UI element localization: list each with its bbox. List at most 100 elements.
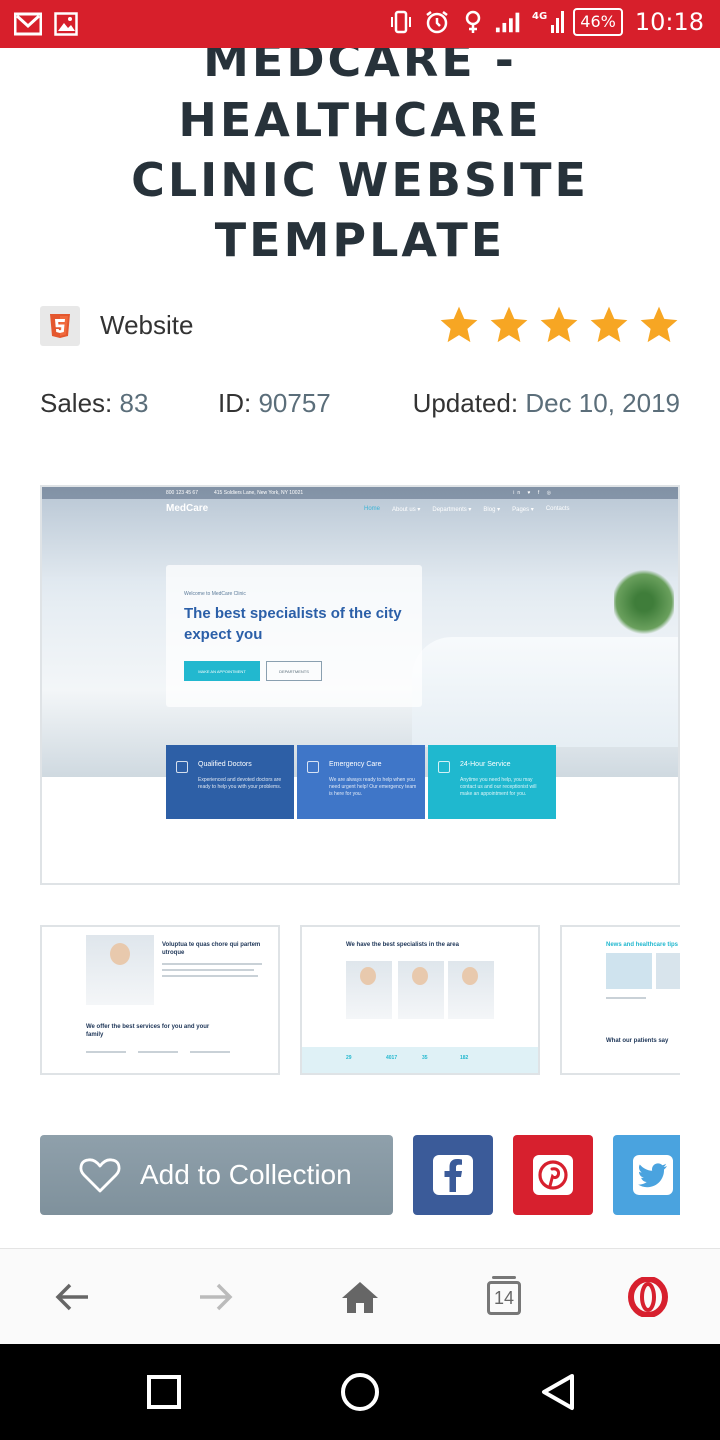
thumbnail[interactable]: Voluptua te quas chore qui partem utroqu… — [40, 925, 280, 1075]
gmail-notification-icon — [14, 10, 42, 38]
browser-tabs-button[interactable]: 14 — [482, 1275, 526, 1319]
feature-title: Qualified Doctors — [198, 761, 252, 768]
thumbnail[interactable]: News and healthcare tips What our patien… — [560, 925, 680, 1075]
preview-nav-item: Home — [364, 506, 381, 512]
preview-reception-counter — [412, 637, 678, 747]
thumb-face — [360, 967, 376, 985]
recent-apps-button[interactable] — [142, 1370, 186, 1414]
thumb-heading: Voluptua te quas chore qui partem utroqu… — [162, 942, 261, 956]
product-title: MEDCARE - HEALTHCARE CLINIC WEBSITE TEMP… — [40, 48, 680, 270]
product-title-line: CLINIC WEBSITE — [131, 153, 589, 207]
battery-indicator: 46% — [573, 8, 623, 36]
browser-back-button[interactable] — [50, 1275, 94, 1319]
thumb-face — [462, 967, 478, 985]
share-pinterest-button[interactable] — [513, 1135, 593, 1215]
share-twitter-button[interactable] — [613, 1135, 680, 1215]
browser-forward-button[interactable] — [194, 1275, 238, 1319]
add-to-collection-label: Add to Collection — [140, 1159, 352, 1190]
signal-icon — [495, 8, 523, 36]
preview-social: in ♥ f ◎ — [513, 490, 554, 496]
location-icon — [459, 8, 487, 36]
network-4g-icon: 4G — [531, 8, 565, 36]
updated-label: Updated: — [412, 388, 519, 418]
thumb-face — [110, 943, 130, 965]
pinterest-icon — [533, 1155, 573, 1195]
arrow-left-icon — [55, 1283, 88, 1311]
system-back-button[interactable] — [536, 1370, 580, 1414]
vibrate-icon — [387, 8, 415, 36]
preview-hero: 800 123 45 67 415 Soldiers Lane, New Yor… — [42, 487, 678, 777]
star-icon — [490, 306, 528, 343]
preview-logo: MedCare — [166, 503, 209, 514]
thumb-photo — [606, 953, 652, 989]
thumb-stat: 35 — [422, 1055, 428, 1061]
preview-phone: 800 123 45 67 — [166, 490, 198, 496]
preview-plant — [614, 567, 674, 637]
doctor-icon — [176, 761, 188, 773]
tabs-icon-top — [492, 1276, 516, 1279]
preview-topbar: 800 123 45 67 415 Soldiers Lane, New Yor… — [42, 487, 678, 499]
thumb-text-line — [162, 975, 258, 977]
id-stat: ID: 90757 — [218, 388, 331, 419]
action-row: Add to Collection — [40, 1135, 680, 1215]
system-navigation-bar — [0, 1344, 720, 1440]
feature-title: 24-Hour Service — [460, 761, 511, 768]
product-meta-row: Website — [40, 304, 680, 348]
preview-departments-button: DEPARTMENTS — [266, 661, 322, 681]
star-icon — [540, 306, 578, 343]
status-clock: 10:18 — [634, 8, 704, 36]
thumb-text-line — [86, 1051, 126, 1053]
preview-feature-card: Qualified Doctors Experienced and devote… — [166, 745, 294, 819]
clipboard-icon — [438, 761, 450, 773]
updated-value: Dec 10, 2019 — [525, 388, 680, 418]
share-facebook-button[interactable] — [413, 1135, 493, 1215]
product-title-line: TEMPLATE — [214, 213, 506, 267]
preview-nav-item: Blog ▾ — [483, 507, 501, 513]
triangle-back-icon — [542, 1374, 574, 1410]
thumbnail[interactable]: We have the best specialists in the area… — [300, 925, 540, 1075]
thumb-heading: We have the best specialists in the area — [346, 942, 459, 948]
feature-text: We are always ready to help when you nee… — [329, 777, 417, 797]
feature-text: Anytime you need help, you may contact u… — [460, 777, 537, 797]
product-type-label: Website — [100, 310, 194, 340]
product-title-line: MEDCARE - HEALTHCARE — [178, 48, 542, 147]
svg-text:4G: 4G — [532, 11, 547, 22]
preview-nav-item: Contacts — [545, 506, 570, 512]
thumbnail-strip: Voluptua te quas chore qui partem utroqu… — [40, 925, 680, 1075]
feature-text: Experienced and devoted doctors are read… — [198, 777, 282, 790]
opera-menu-button[interactable] — [626, 1275, 670, 1319]
twitter-icon — [633, 1155, 673, 1195]
thumb-heading: News and healthcare tips — [606, 942, 679, 948]
preview-ceiling — [42, 487, 678, 577]
home-icon — [342, 1282, 378, 1313]
facebook-icon — [433, 1155, 473, 1195]
html5-icon — [40, 306, 80, 346]
product-page: MEDCARE - HEALTHCARE CLINIC WEBSITE TEMP… — [0, 48, 720, 1244]
add-to-collection-button[interactable]: Add to Collection — [40, 1135, 393, 1215]
thumb-text-line — [606, 997, 646, 999]
preview-feature-card: Emergency Care We are always ready to he… — [297, 745, 425, 819]
updated-stat: Updated: Dec 10, 2019 — [413, 388, 680, 419]
id-value: 90757 — [258, 388, 331, 418]
thumb-stat: 182 — [460, 1055, 469, 1061]
opera-icon — [628, 1277, 668, 1317]
rating-stars — [438, 304, 680, 346]
feature-title: Emergency Care — [329, 761, 382, 768]
system-home-button[interactable] — [338, 1370, 382, 1414]
browser-home-button[interactable] — [338, 1275, 382, 1319]
thumb-text-line — [162, 969, 254, 971]
star-icon — [640, 306, 678, 343]
thumb-subheading: What our patients say — [606, 1038, 669, 1044]
main-preview-image[interactable]: 800 123 45 67 415 Soldiers Lane, New Yor… — [40, 485, 680, 885]
preview-hero-card: Welcome to MedCare Clinic The best speci… — [166, 565, 422, 707]
sales-value: 83 — [119, 388, 149, 418]
star-icon — [590, 306, 628, 343]
tabs-count: 14 — [487, 1281, 521, 1315]
id-label: ID: — [218, 388, 252, 418]
image-notification-icon — [52, 10, 80, 38]
preview-nav-item: Departments ▾ — [432, 507, 472, 513]
preview-nav-item: About us ▾ — [392, 507, 421, 513]
thumb-photo — [656, 953, 680, 989]
arrow-right-icon — [200, 1283, 233, 1311]
status-bar: 4G 46% 10:18 — [0, 0, 720, 48]
